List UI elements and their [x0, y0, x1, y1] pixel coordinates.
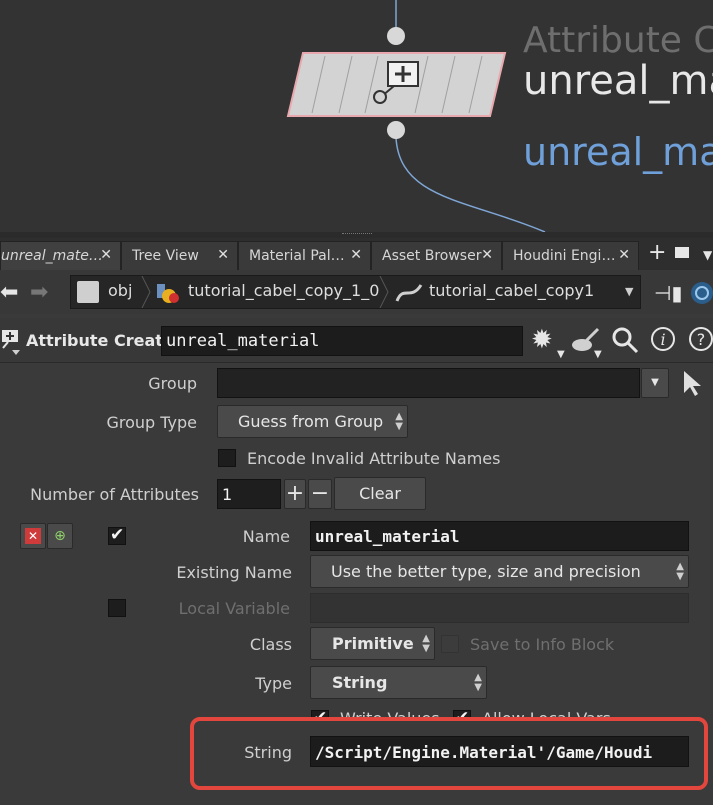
type-menu[interactable]: String ▲ ▼	[310, 666, 487, 699]
existing-name-label: Existing Name	[176, 563, 292, 582]
close-icon: ✕	[25, 528, 41, 544]
class-label: Class	[249, 635, 292, 654]
tab-parameters[interactable]: unreal_mate… ✕	[0, 241, 121, 270]
svg-text:i: i	[660, 330, 665, 349]
attribute-name-field[interactable]: unreal_material	[310, 521, 689, 551]
group-type-label: Group Type	[106, 413, 197, 432]
updown-arrow-icon: ▲ ▼	[474, 672, 482, 693]
help-icon[interactable]: ?	[688, 326, 713, 354]
breadcrumb-object[interactable]: tutorial_cabel_copy_1_0	[188, 281, 379, 300]
obj-context-icon	[77, 281, 99, 303]
encode-invalid-names-checkbox[interactable]	[218, 449, 236, 467]
node-comment-label: unreal_mat	[523, 130, 713, 174]
attribute-create-icon	[2, 330, 20, 355]
chevron-down-icon[interactable]: ▼	[594, 349, 602, 360]
network-editor[interactable]: Attribute Cre unreal_ma unreal_mat	[0, 0, 713, 232]
number-of-attributes-label: Number of Attributes	[30, 485, 199, 504]
insert-instance-button[interactable]: ⊕	[47, 523, 73, 549]
tab-tree-view[interactable]: Tree View ✕	[121, 241, 238, 270]
node-type-title: Attribute Create	[26, 331, 174, 350]
arrow-select-icon[interactable]	[681, 369, 703, 397]
breadcrumb-sop[interactable]: tutorial_cabel_copy1	[429, 281, 594, 300]
save-to-info-block-label: Save to Info Block	[470, 635, 615, 654]
pane-tab-bar: unreal_mate… ✕ Tree View ✕ Material Pal… ✕ …	[0, 238, 713, 271]
chevron-down-icon[interactable]: ▼	[625, 285, 633, 298]
attribute-enable-checkbox[interactable]	[108, 525, 126, 545]
breadcrumb-obj[interactable]: obj	[108, 281, 132, 300]
clear-button[interactable]: Clear	[334, 477, 426, 510]
group-type-menu[interactable]: Guess from Group ▲ ▼	[217, 405, 408, 438]
tab-label: Tree View	[132, 248, 199, 264]
tab-houdini-engine[interactable]: Houdini Engi… ✕	[502, 241, 639, 270]
tab-label: unreal_mate…	[1, 248, 103, 264]
tab-label: Houdini Engi…	[513, 248, 616, 264]
breadcrumb-separator-icon	[141, 276, 151, 308]
breadcrumb-separator-icon	[379, 276, 389, 308]
remove-attribute-button[interactable]: −	[308, 479, 332, 509]
add-tab-icon[interactable]: +	[648, 240, 666, 265]
close-icon[interactable]: ✕	[100, 247, 112, 263]
tab-asset-browser[interactable]: Asset Browser ✕	[371, 241, 502, 270]
minus-icon: −	[310, 481, 330, 506]
add-attribute-button[interactable]: +	[284, 479, 306, 509]
updown-arrow-icon: ▲ ▼	[676, 561, 684, 582]
local-variable-label: Local Variable	[178, 599, 290, 618]
close-icon[interactable]: ✕	[481, 247, 493, 263]
pin-icon[interactable]: ⊣▮	[654, 281, 682, 305]
encode-invalid-names-label: Encode Invalid Attribute Names	[247, 449, 501, 468]
tab-label: Asset Browser	[382, 248, 482, 264]
local-variable-field	[310, 593, 689, 623]
remove-instance-button[interactable]: ✕	[20, 523, 46, 549]
save-to-info-block-checkbox	[441, 635, 459, 653]
name-label: Name	[242, 527, 290, 546]
chevron-down-icon[interactable]: ▼	[557, 349, 565, 360]
plus-icon: +	[285, 481, 305, 506]
group-label: Group	[148, 374, 197, 393]
type-value: String	[332, 673, 388, 692]
pane-menu-icon[interactable]: ▼	[703, 248, 712, 262]
search-icon[interactable]	[611, 326, 639, 354]
updown-arrow-icon: ▲ ▼	[422, 633, 430, 654]
gear-icon[interactable]: ✹	[531, 325, 553, 355]
tab-material-palette[interactable]: Material Pal… ✕	[238, 241, 371, 270]
existing-name-menu[interactable]: Use the better type, size and precision ▲…	[310, 555, 689, 588]
group-type-value: Guess from Group	[238, 412, 384, 431]
insert-plus-icon: ⊕	[54, 528, 66, 544]
tab-label: Material Pal…	[249, 248, 345, 264]
close-icon[interactable]: ✕	[350, 247, 362, 263]
existing-name-value: Use the better type, size and precision	[331, 562, 641, 581]
svg-text:?: ?	[697, 330, 706, 349]
class-menu[interactable]: Primitive ▲ ▼	[310, 627, 435, 660]
geometry-object-icon	[157, 284, 179, 303]
info-icon[interactable]: i	[650, 326, 678, 354]
node-name-field[interactable]: unreal_material	[161, 326, 523, 356]
type-label: Type	[255, 674, 292, 693]
highlight-box	[190, 717, 708, 790]
sop-network-icon	[395, 284, 423, 302]
close-icon[interactable]: ✕	[618, 247, 630, 263]
close-icon[interactable]: ✕	[217, 247, 229, 263]
updown-arrow-icon: ▲ ▼	[395, 411, 403, 432]
node-name-label: unreal_ma	[523, 58, 713, 104]
breadcrumb[interactable]: obj tutorial_cabel_copy_1_0 tutorial_cab…	[70, 275, 641, 309]
forward-arrow-icon[interactable]: ➡	[30, 280, 48, 305]
link-scope-icon[interactable]	[689, 280, 713, 306]
maximize-pane-icon[interactable]	[675, 247, 689, 258]
back-arrow-icon[interactable]: ⬅	[0, 280, 18, 305]
divider	[0, 362, 713, 363]
class-value: Primitive	[332, 634, 414, 653]
group-field[interactable]	[217, 368, 640, 398]
node-type-label: Attribute Cre	[523, 20, 713, 61]
group-dropdown-button[interactable]: ▼	[641, 368, 669, 398]
local-variable-checkbox[interactable]	[108, 599, 126, 617]
chevron-down-icon: ▼	[651, 377, 659, 388]
number-of-attributes-field[interactable]: 1	[217, 479, 281, 509]
